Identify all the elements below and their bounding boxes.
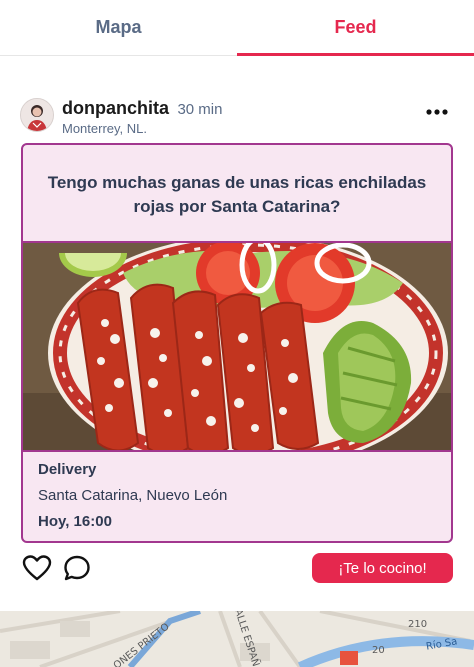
cook-offer-button[interactable]: ¡Te lo cocino! xyxy=(312,553,453,583)
enchiladas-photo xyxy=(23,241,451,452)
delivery-label: Delivery xyxy=(38,461,97,478)
map-preview[interactable]: ONES PRIETO CALLE ESPAÑ 210 20 Río Sa xyxy=(0,611,474,667)
post-location: Monterrey, NL. xyxy=(62,121,148,136)
tab-feed[interactable]: Feed xyxy=(237,0,474,56)
post-time: 30 min xyxy=(177,101,223,118)
heart-icon[interactable] xyxy=(22,554,52,582)
post-author[interactable]: donpanchita xyxy=(62,98,169,118)
tab-bar: Mapa Feed xyxy=(0,0,474,56)
place-label: Santa Catarina, Nuevo León xyxy=(38,487,228,504)
comment-icon[interactable] xyxy=(63,554,91,582)
map-road-number-1: 210 xyxy=(408,619,428,630)
avatar[interactable] xyxy=(20,98,54,132)
tab-mapa-label: Mapa xyxy=(95,17,142,37)
time-label: Hoy, 16:00 xyxy=(38,513,112,530)
more-options-icon[interactable] xyxy=(424,102,450,122)
tab-feed-label: Feed xyxy=(334,17,377,37)
post-question: Tengo muchas ganas de unas ricas enchila… xyxy=(47,173,427,216)
post-header: donpanchita 30 min Monterrey, NL. xyxy=(20,96,454,138)
avatar-icon xyxy=(21,99,53,131)
tab-mapa[interactable]: Mapa xyxy=(0,0,237,55)
post-card[interactable]: Tengo muchas ganas de unas ricas enchila… xyxy=(21,143,453,543)
map-road-number-2: 20 xyxy=(372,645,385,656)
post-details: Delivery Santa Catarina, Nuevo León Hoy,… xyxy=(38,461,227,530)
